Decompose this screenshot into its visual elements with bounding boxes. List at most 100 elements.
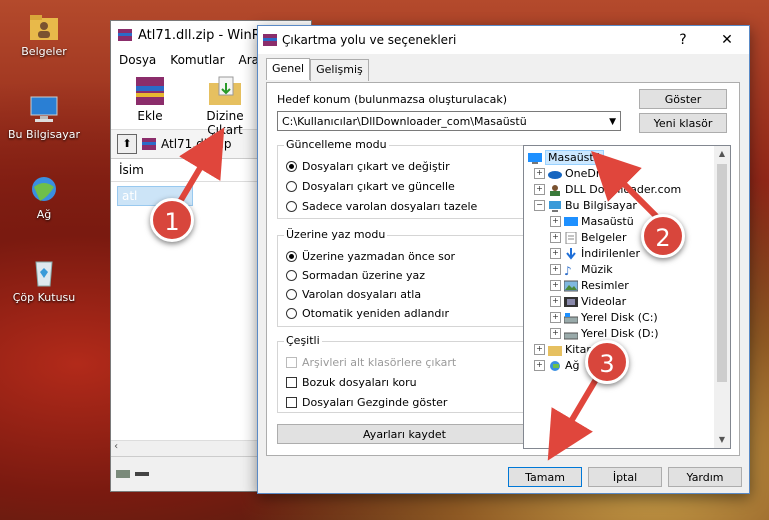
dialog-tabs: Genel Gelişmiş xyxy=(266,58,369,81)
radio-extract-replace[interactable]: Dosyaları çıkart ve değiştir xyxy=(286,160,450,173)
cloud-icon xyxy=(548,168,562,180)
group-title: Üzerine yaz modu xyxy=(284,228,388,241)
folder-tree[interactable]: Masaüstü + OneDri + DLL Downloader.com −… xyxy=(523,145,731,449)
document-icon xyxy=(564,231,578,244)
radio-auto-rename[interactable]: Otomatik yeniden adlandır xyxy=(286,307,449,320)
network-icon xyxy=(548,360,562,372)
drive-key-icon xyxy=(116,470,149,478)
tree-item-music[interactable]: + ♪ Müzik xyxy=(550,263,613,278)
desktop-folder-icon xyxy=(528,152,542,164)
destination-path-combo[interactable]: C:\Kullanıcılar\DllDownloader_com\Masaüs… xyxy=(277,111,621,131)
group-title: Güncelleme modu xyxy=(284,138,389,151)
new-folder-button[interactable]: Yeni klasör xyxy=(639,113,727,133)
expand-icon[interactable]: + xyxy=(534,168,545,179)
collapse-icon[interactable]: − xyxy=(534,200,545,211)
scroll-up-icon[interactable]: ▲ xyxy=(714,146,730,162)
scroll-thumb[interactable] xyxy=(717,164,727,382)
network-icon xyxy=(28,175,60,205)
annotation-badge-2: 2 xyxy=(641,214,685,258)
expand-icon[interactable]: + xyxy=(534,344,545,355)
show-button[interactable]: Göster xyxy=(639,89,727,109)
update-mode-group: Güncelleme modu Dosyaları çıkart ve deği… xyxy=(277,138,532,219)
expand-icon[interactable]: + xyxy=(550,280,561,291)
tree-item-local-disk-d[interactable]: + Yerel Disk (D:) xyxy=(550,327,659,340)
checkbox-show-in-explorer[interactable]: Dosyaları Gezginde göster xyxy=(286,396,447,409)
expand-icon[interactable]: + xyxy=(550,216,561,227)
zip-icon xyxy=(142,138,156,150)
annotation-badge-1: 1 xyxy=(150,198,194,242)
tree-item-desktop-root[interactable]: Masaüstü xyxy=(528,150,604,165)
computer-icon xyxy=(548,200,562,212)
tree-item-downloads[interactable]: + İndirilenler xyxy=(550,247,640,260)
radio-ask-before-overwrite[interactable]: Üzerine yazmadan önce sor xyxy=(286,250,455,263)
tree-item-desktop[interactable]: + Masaüstü xyxy=(550,215,634,228)
user-folder-icon xyxy=(548,184,562,196)
cancel-button[interactable]: İptal xyxy=(588,467,662,487)
desktop-folder-icon xyxy=(564,216,578,228)
download-arrow-icon xyxy=(564,247,578,260)
archive-add-icon xyxy=(130,75,170,107)
winrar-icon xyxy=(118,29,132,41)
folder-user-icon xyxy=(28,12,60,42)
winrar-dialog-icon xyxy=(263,34,277,46)
up-folder-button[interactable]: ⬆ xyxy=(117,134,137,154)
tree-item-this-pc[interactable]: − Bu Bilgisayar xyxy=(534,199,637,212)
general-tab-panel: Hedef konum (bulunmazsa oluşturulacak) C… xyxy=(266,82,740,456)
expand-icon[interactable]: + xyxy=(534,184,545,195)
tree-item-network[interactable]: + Ağ xyxy=(534,359,580,372)
expand-icon[interactable]: + xyxy=(534,360,545,371)
tree-scrollbar[interactable]: ▲ ▼ xyxy=(714,146,730,448)
help-icon[interactable]: ? xyxy=(661,32,705,48)
desktop-icon-this-pc[interactable]: Bu Bilgisayar xyxy=(4,95,84,141)
tree-item-documents[interactable]: + Belgeler xyxy=(550,231,626,244)
expand-icon[interactable]: + xyxy=(550,232,561,243)
checkbox-extract-to-subfolders[interactable]: Arşivleri alt klasörlere çıkart xyxy=(286,356,456,369)
help-button[interactable]: Yardım xyxy=(668,467,742,487)
menu-file[interactable]: Dosya xyxy=(119,53,156,67)
tab-advanced[interactable]: Gelişmiş xyxy=(310,59,369,81)
archive-path: Atl71.dll.zip xyxy=(161,137,232,151)
tree-item-local-disk-c[interactable]: + Yerel Disk (C:) xyxy=(550,311,658,324)
radio-freshen-existing[interactable]: Sadece varolan dosyaları tazele xyxy=(286,200,477,213)
desktop-icon-label: Bu Bilgisayar xyxy=(8,128,80,141)
desktop-icon-recycle-bin[interactable]: Çöp Kutusu xyxy=(4,258,84,304)
desktop-icon-label: Çöp Kutusu xyxy=(12,291,76,304)
radio-skip-existing[interactable]: Varolan dosyaları atla xyxy=(286,288,421,301)
tree-item-onedrive[interactable]: + OneDri xyxy=(534,167,603,180)
tree-item-pictures[interactable]: + Resimler xyxy=(550,279,629,292)
tree-item-dll-downloader[interactable]: + DLL Downloader.com xyxy=(534,183,681,196)
extract-folder-icon xyxy=(205,75,245,107)
menu-commands[interactable]: Komutlar xyxy=(170,53,224,67)
checkbox-keep-broken-files[interactable]: Bozuk dosyaları koru xyxy=(286,376,417,389)
winrar-title: Atl71.dll.zip - WinRA xyxy=(138,27,270,43)
tab-general[interactable]: Genel xyxy=(266,58,311,80)
expand-icon[interactable]: + xyxy=(550,264,561,275)
destination-label: Hedef konum (bulunmazsa oluşturulacak) xyxy=(277,93,507,106)
expand-icon[interactable]: + xyxy=(550,248,561,259)
close-icon[interactable]: ✕ xyxy=(705,32,749,48)
music-note-icon: ♪ xyxy=(564,263,572,278)
add-button[interactable]: Ekle xyxy=(117,71,183,129)
misc-group: Çeşitli Arşivleri alt klasörlere çıkart … xyxy=(277,334,532,413)
drive-icon xyxy=(563,328,579,340)
recycle-bin-icon xyxy=(28,258,60,288)
desktop-icon-documents[interactable]: Belgeler xyxy=(4,12,84,58)
tree-item-videos[interactable]: + Videolar xyxy=(550,295,626,308)
save-settings-button[interactable]: Ayarları kaydet xyxy=(277,424,532,444)
computer-icon xyxy=(28,95,60,125)
radio-extract-update[interactable]: Dosyaları çıkart ve güncelle xyxy=(286,180,455,193)
film-icon xyxy=(564,296,578,308)
expand-icon[interactable]: + xyxy=(550,328,561,339)
extract-options-dialog[interactable]: Çıkartma yolu ve seçenekleri ? ✕ Genel G… xyxy=(257,25,750,494)
desktop-icon-network[interactable]: Ağ xyxy=(4,175,84,221)
radio-overwrite-without-prompt[interactable]: Sormadan üzerine yaz xyxy=(286,269,425,282)
ok-button[interactable]: Tamam xyxy=(508,467,582,487)
dialog-title: Çıkartma yolu ve seçenekleri xyxy=(282,33,457,47)
dialog-titlebar[interactable]: Çıkartma yolu ve seçenekleri ? ✕ xyxy=(258,26,749,54)
scroll-down-icon[interactable]: ▼ xyxy=(714,432,730,448)
chevron-down-icon[interactable]: ▼ xyxy=(609,112,616,132)
desktop-icon-label: Ağ xyxy=(36,208,52,221)
expand-icon[interactable]: + xyxy=(550,296,561,307)
extract-to-button[interactable]: Dizine Çıkart xyxy=(187,71,263,137)
expand-icon[interactable]: + xyxy=(550,312,561,323)
